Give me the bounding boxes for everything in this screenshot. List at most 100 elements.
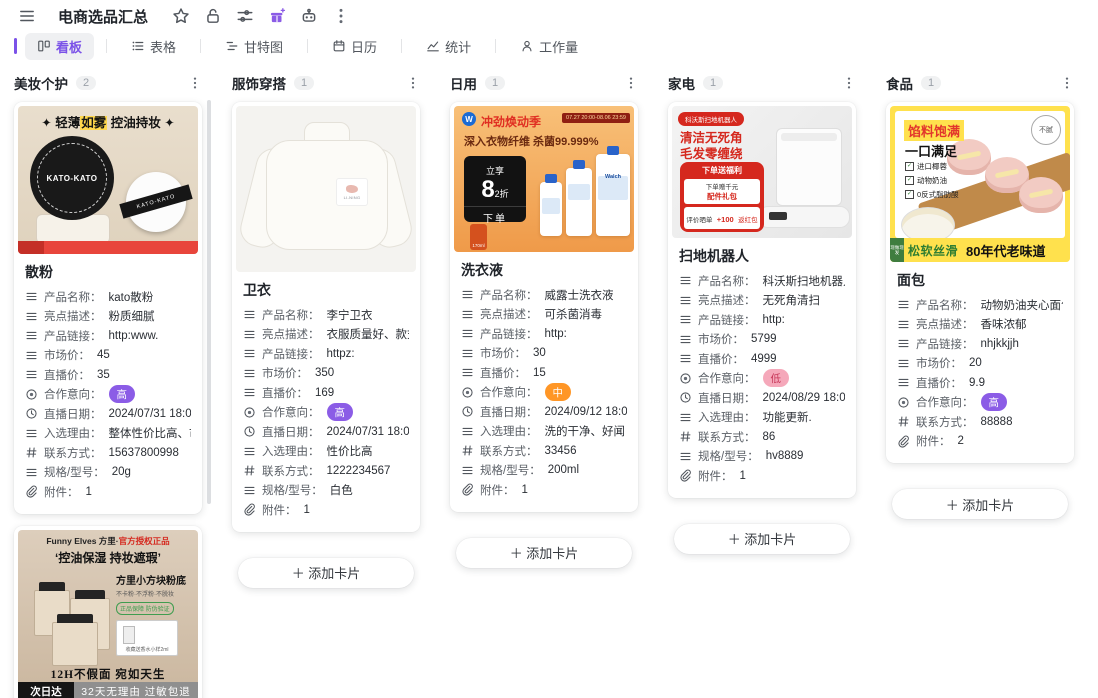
field-row: 规格/型号： 白色 — [243, 481, 409, 501]
patch-graphic — [346, 184, 358, 193]
clock-icon — [243, 425, 256, 438]
column-name: 食品 — [886, 77, 913, 92]
product-card[interactable]: 不腻 馅料饱满 一口满足 ✓ 进口椰蓉 ✓ 动物奶油 ✓ 0反式脂肪酸 现做现发 松软… — [886, 102, 1074, 463]
field-value: 200ml — [547, 464, 580, 477]
field-label: 联系方式： — [262, 465, 320, 478]
product-image-bread: 不腻 馅料饱满 一口满足 ✓ 进口椰蓉 ✓ 动物奶油 ✓ 0反式脂肪酸 现做现发 松软… — [890, 106, 1070, 262]
check-item: ✓ 进口椰蓉 — [905, 162, 947, 171]
product-card[interactable]: ✦ 轻薄如雾 控油持妆 ✦ KATO-KATO KATO-KATO 散粉 产品名… — [14, 102, 202, 514]
field-value: 功能更新. — [762, 412, 812, 425]
product-card[interactable]: 科沃斯扫地机器人 清洁无死角 毛发零缠绕 下单送福利 下单赠千元 配件礼包 评价晒… — [668, 102, 856, 498]
product-card[interactable]: Funny Elves 方里·官方授权正品 ‘控油保湿 持妆遮瑕’ 方里小方块粉… — [14, 525, 202, 698]
column-name: 美妆个护 — [14, 77, 68, 92]
text-field-icon — [679, 450, 692, 463]
field-label: 合作意向： — [262, 407, 320, 420]
coupon-box: 立享 82折 下单 — [464, 156, 526, 225]
tab-divider — [106, 39, 108, 53]
tab-table[interactable]: 表格 — [119, 33, 188, 60]
column-header: 美妆个护 2 — [8, 70, 208, 96]
add-card-button[interactable]: ＋ 添加卡片 — [456, 537, 632, 568]
add-card-button[interactable]: ＋ 添加卡片 — [892, 489, 1068, 519]
gantt-icon — [225, 39, 239, 53]
text-field-icon — [897, 337, 910, 350]
text-field-icon — [679, 352, 692, 365]
image-slogan: 深入衣物纤维 杀菌99.999% — [464, 136, 599, 148]
lock-icon[interactable] — [204, 7, 222, 25]
text-field-icon — [897, 318, 910, 331]
page-title: 电商选品汇总 — [58, 8, 149, 26]
view-tab-bar: 看板 表格 甘特图 日历 统计 工作量 — [0, 32, 1098, 60]
paperclip-icon — [461, 483, 474, 496]
product-image-powder: ✦ 轻薄如雾 控油持妆 ✦ KATO-KATO KATO-KATO — [18, 106, 198, 254]
single-select-icon — [25, 388, 38, 401]
column-more-icon[interactable] — [842, 76, 856, 90]
field-label: 直播价： — [698, 353, 744, 366]
product-card[interactable]: W 冲劲焕动季 07.27 20:00-08.06 23:59 深入衣物纤维 杀… — [450, 102, 638, 512]
field-value: 威露士洗衣液 — [544, 289, 614, 302]
add-card-button[interactable]: ＋ 添加卡片 — [674, 523, 850, 554]
text-field-icon — [897, 376, 910, 389]
field-row: 合作意向： 中 — [461, 383, 627, 403]
field-row: 直播价： 9.9 — [897, 373, 1063, 393]
single-select-icon — [243, 406, 256, 419]
tab-kanban[interactable]: 看板 — [25, 32, 95, 60]
field-row: 合作意向： 高 — [897, 393, 1063, 413]
settings-sliders-icon[interactable] — [236, 7, 254, 25]
field-row: 亮点描述： 无死角清扫 — [679, 291, 845, 311]
field-row: 附件： 1 — [243, 500, 409, 520]
product-image-detergent: W 冲劲焕动季 07.27 20:00-08.06 23:59 深入衣物纤维 杀… — [454, 106, 634, 252]
column-more-icon[interactable] — [188, 76, 202, 90]
field-label: 亮点描述： — [698, 295, 756, 308]
field-row: 产品名称： 威露士洗衣液 — [461, 285, 627, 305]
kanban-icon — [37, 39, 51, 53]
add-card-button[interactable]: ＋ 添加卡片 — [238, 557, 414, 588]
field-value: 1 — [85, 485, 92, 498]
field-row: 联系方式： 33456 — [461, 441, 627, 461]
tab-gantt[interactable]: 甘特图 — [213, 33, 295, 60]
product-card[interactable]: LI-NING 卫衣 产品名称： 李宁卫衣 亮点描述： 衣服质量好、款式新颖 产品链… — [232, 102, 420, 532]
image-features: 不卡粉·不浮粉·不脱妆 — [116, 591, 174, 598]
image-right-column: 方里小方块粉底 不卡粉·不浮粉·不脱妆 正品保障 防伪验证 收藏送香水小样2ml — [116, 572, 194, 656]
column-more-icon[interactable] — [406, 76, 420, 90]
hamburger-menu-icon[interactable] — [18, 7, 36, 25]
column-scrollbar[interactable] — [207, 100, 211, 504]
station-lid — [781, 133, 837, 141]
benefit-card: 评价晒单 +100 返红包 — [684, 207, 760, 229]
product-image-fleece: LI-NING — [236, 106, 416, 272]
field-row: 市场价： 20 — [897, 354, 1063, 374]
clock-icon — [461, 405, 474, 418]
tab-statistics[interactable]: 统计 — [414, 33, 483, 60]
bottom-text-green: 松软丝滑 — [908, 243, 959, 258]
column-count-badge: 2 — [76, 76, 97, 90]
field-label: 产品链接： — [262, 348, 320, 361]
card-list: 科沃斯扫地机器人 清洁无死角 毛发零缠绕 下单送福利 下单赠千元 配件礼包 评价晒… — [662, 102, 862, 554]
magic-box-icon[interactable] — [268, 7, 286, 25]
field-value: 2024/07/31 18:00 — [326, 425, 410, 438]
field-row: 产品链接： nhjkkjjh — [897, 334, 1063, 354]
field-label: 产品链接： — [44, 330, 102, 343]
product-image-foundation: Funny Elves 方里·官方授权正品 ‘控油保湿 持妆遮瑕’ 方里小方块粉… — [18, 529, 198, 698]
field-label: 直播价： — [44, 369, 90, 382]
field-row: 直播日期： 2024/07/31 18:00 — [243, 422, 409, 442]
field-value: 性价比高 — [326, 446, 373, 459]
field-label: 产品名称： — [44, 291, 102, 304]
column-more-icon[interactable] — [624, 76, 638, 90]
column-more-icon[interactable] — [1060, 76, 1074, 90]
paperclip-icon — [25, 485, 38, 498]
more-kebab-icon[interactable] — [332, 7, 350, 25]
star-icon[interactable] — [172, 7, 190, 25]
field-value: 1 — [303, 503, 310, 516]
image-bottom-bar: 现做现发 松软丝滑 80年代老味道 — [890, 238, 1070, 262]
field-label: 市场价： — [44, 350, 90, 363]
image-headline: 馅料饱满 — [904, 120, 965, 141]
field-label: 直播日期： — [480, 406, 538, 419]
field-row: 直播日期： 2024/09/12 18:00 — [461, 402, 627, 422]
robot-assistant-icon[interactable] — [300, 7, 318, 25]
field-value: 2024/08/29 18:00 — [762, 391, 846, 404]
tab-divider — [495, 39, 497, 53]
tab-workload[interactable]: 工作量 — [508, 33, 590, 60]
paperclip-icon — [243, 503, 256, 516]
tab-calendar[interactable]: 日历 — [320, 33, 389, 60]
field-row: 联系方式： 88888 — [897, 412, 1063, 432]
field-label: 亮点描述： — [916, 319, 974, 332]
